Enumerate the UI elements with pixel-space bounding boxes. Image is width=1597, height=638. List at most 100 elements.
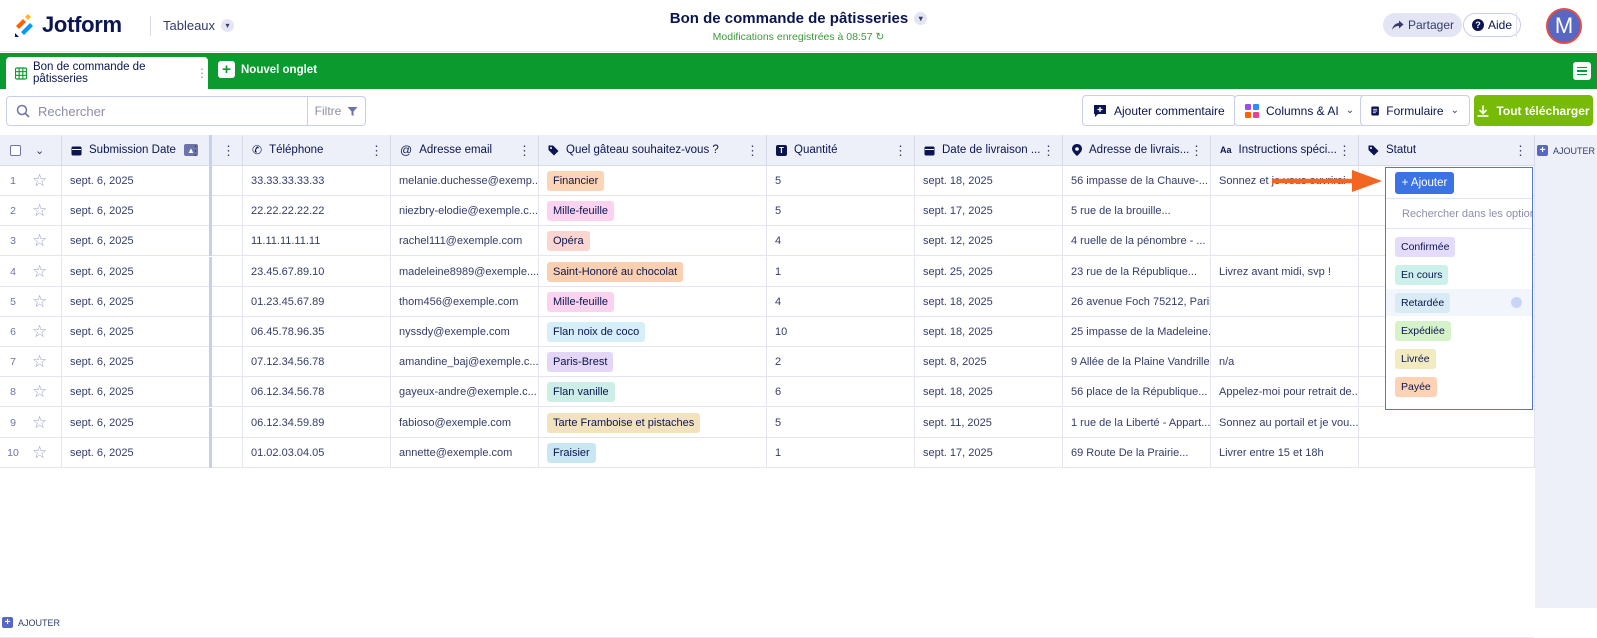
cell-date[interactable]: sept. 6, 2025 bbox=[62, 256, 212, 287]
column-menu-icon[interactable]: ⋮ bbox=[370, 143, 383, 159]
column-menu-icon[interactable]: ⋮ bbox=[1338, 143, 1351, 159]
table-row[interactable]: 5 ☆ sept. 6, 2025 01.23.45.67.89 thom456@exe… bbox=[0, 286, 1535, 317]
new-tab-button[interactable]: + Nouvel onglet bbox=[218, 61, 317, 78]
cell-instr[interactable] bbox=[1211, 286, 1359, 317]
cell-address[interactable]: 69 Route De la Prairie... bbox=[1063, 437, 1211, 468]
cell-empty[interactable] bbox=[212, 286, 243, 317]
cell-qty[interactable]: 10 bbox=[767, 317, 915, 347]
cell-delivery[interactable]: sept. 11, 2025 bbox=[915, 407, 1063, 438]
avatar[interactable]: M bbox=[1546, 8, 1582, 44]
table-row[interactable]: 10 ☆ sept. 6, 2025 01.02.03.04.05 annette@ex… bbox=[0, 437, 1535, 468]
cell-empty[interactable] bbox=[212, 377, 243, 408]
column-header-submission-date[interactable]: Submission Date ▲ ⋮ bbox=[62, 135, 212, 166]
cell-empty[interactable] bbox=[1359, 407, 1535, 438]
star-icon[interactable]: ☆ bbox=[32, 413, 47, 433]
column-header-cake[interactable]: Quel gâteau souhaitez-vous ? ⋮ bbox=[539, 135, 767, 166]
add-option-button[interactable]: + Ajouter bbox=[1395, 172, 1454, 194]
star-icon[interactable]: ☆ bbox=[32, 322, 47, 342]
add-row-button[interactable]: + AJOUTER bbox=[0, 608, 1534, 638]
star-icon[interactable]: ☆ bbox=[32, 201, 47, 221]
cell-date[interactable]: sept. 6, 2025 bbox=[62, 196, 212, 227]
cell-qty[interactable]: 4 bbox=[767, 226, 915, 257]
cell-email[interactable]: gayeux-andre@exemple.c... bbox=[391, 377, 539, 408]
help-button[interactable]: ? Aide bbox=[1463, 13, 1522, 37]
cell-delivery[interactable]: sept. 18, 2025 bbox=[915, 377, 1063, 408]
select-all-checkbox[interactable] bbox=[10, 144, 21, 156]
cell-cake[interactable]: Mille-feuille bbox=[539, 196, 767, 227]
cell-phone[interactable]: 07.12.34.56.78 bbox=[243, 347, 391, 378]
table-row[interactable]: 7 ☆ sept. 6, 2025 07.12.34.56.78 amandine_ba… bbox=[0, 347, 1535, 378]
cell-address[interactable]: 23 rue de la République... bbox=[1063, 256, 1211, 287]
status-option[interactable]: Livrée bbox=[1386, 345, 1532, 372]
cell-email[interactable]: rachel111@exemple.com bbox=[391, 226, 539, 257]
document-title[interactable]: Bon de commande de pâtisseries ▾ bbox=[670, 10, 928, 27]
filter-button[interactable]: Filtre bbox=[308, 96, 366, 126]
column-header-quantity[interactable]: T Quantité ⋮ bbox=[767, 135, 915, 166]
cell-instr[interactable]: n/a bbox=[1211, 347, 1359, 378]
cell-address[interactable]: 9 Allée de la Plaine Vandrille. bbox=[1063, 347, 1211, 378]
tab-bon-de-commande[interactable]: Bon de commande de pâtisseries ⋮ bbox=[6, 57, 208, 89]
cell-empty[interactable] bbox=[212, 196, 243, 227]
cell-cake[interactable]: Fraisier bbox=[539, 437, 767, 468]
cell-email[interactable]: melanie.duchesse@exemp... bbox=[391, 166, 539, 196]
cell-qty[interactable]: 2 bbox=[767, 347, 915, 378]
option-search-input[interactable]: Rechercher dans les options bbox=[1386, 198, 1532, 229]
column-menu-icon[interactable]: ⋮ bbox=[222, 143, 235, 159]
cell-delivery[interactable]: sept. 18, 2025 bbox=[915, 286, 1063, 317]
star-icon[interactable]: ☆ bbox=[32, 231, 47, 251]
table-row[interactable]: 4 ☆ sept. 6, 2025 23.45.67.89.10 madeleine89… bbox=[0, 256, 1535, 287]
column-menu-icon[interactable]: ⋮ bbox=[1190, 143, 1203, 159]
columns-ai-button[interactable]: Columns & AI ⌄ bbox=[1234, 95, 1366, 126]
cell-qty[interactable]: 5 bbox=[767, 407, 915, 438]
star-icon[interactable]: ☆ bbox=[32, 352, 47, 372]
table-row[interactable]: 6 ☆ sept. 6, 2025 06.45.78.96.35 nyssdy@exem… bbox=[0, 317, 1535, 347]
cell-date[interactable]: sept. 6, 2025 bbox=[62, 286, 212, 317]
cell-email[interactable]: fabioso@exemple.com bbox=[391, 407, 539, 438]
cell-cake[interactable]: Flan noix de coco bbox=[539, 317, 767, 347]
column-menu-icon[interactable]: ⋮ bbox=[746, 143, 759, 159]
cell-delivery[interactable]: sept. 12, 2025 bbox=[915, 226, 1063, 257]
star-icon[interactable]: ☆ bbox=[32, 382, 47, 402]
cell-cake[interactable]: Saint-Honoré au chocolat bbox=[539, 256, 767, 287]
column-menu-icon[interactable]: ⋮ bbox=[518, 143, 531, 159]
status-option[interactable]: En cours bbox=[1386, 261, 1532, 288]
cell-phone[interactable]: 22.22.22.22.22 bbox=[243, 196, 391, 227]
cell-address[interactable]: 26 avenue Foch 75212, Paris bbox=[1063, 286, 1211, 317]
download-all-button[interactable]: Tout télécharger bbox=[1474, 95, 1593, 126]
cell-delivery[interactable]: sept. 17, 2025 bbox=[915, 437, 1063, 468]
table-row[interactable]: 8 ☆ sept. 6, 2025 06.12.34.56.78 gayeux-andr… bbox=[0, 377, 1535, 408]
star-icon[interactable]: ☆ bbox=[32, 171, 47, 191]
status-option[interactable]: Confirmée bbox=[1386, 233, 1532, 260]
cell-address[interactable]: 25 impasse de la Madeleine. bbox=[1063, 317, 1211, 347]
cell-instr[interactable] bbox=[1211, 226, 1359, 257]
cell-instr[interactable]: Sonnez au portail et je vou... bbox=[1211, 407, 1359, 438]
cell-email[interactable]: nyssdy@exemple.com bbox=[391, 317, 539, 347]
status-option[interactable]: Retardée bbox=[1386, 289, 1532, 316]
cell-date[interactable]: sept. 6, 2025 bbox=[62, 166, 212, 196]
form-button[interactable]: Formulaire ⌄ bbox=[1360, 95, 1470, 126]
cell-email[interactable]: niezbry-elodie@exemple.c... bbox=[391, 196, 539, 227]
cell-instr[interactable]: Appelez-moi pour retrait de... bbox=[1211, 377, 1359, 408]
star-icon[interactable]: ☆ bbox=[32, 443, 47, 463]
column-header-instructions[interactable]: Aa Instructions spéci... ⋮ bbox=[1211, 135, 1359, 166]
cell-email[interactable]: annette@exemple.com bbox=[391, 437, 539, 468]
cell-empty[interactable] bbox=[1359, 437, 1535, 468]
cell-instr[interactable]: Livrer entre 15 et 18h bbox=[1211, 437, 1359, 468]
cell-address[interactable]: 4 ruelle de la pénombre - ... bbox=[1063, 226, 1211, 257]
cell-phone[interactable]: 01.23.45.67.89 bbox=[243, 286, 391, 317]
cell-instr[interactable]: Livrez avant midi, svp ! bbox=[1211, 256, 1359, 287]
cell-qty[interactable]: 5 bbox=[767, 166, 915, 196]
column-menu-icon[interactable]: ⋮ bbox=[1042, 143, 1055, 159]
status-option[interactable]: Payée bbox=[1386, 373, 1532, 400]
cell-phone[interactable]: 23.45.67.89.10 bbox=[243, 256, 391, 287]
share-button[interactable]: Partager bbox=[1383, 13, 1463, 37]
column-header-delivery-date[interactable]: Date de livraison ... ⋮ bbox=[915, 135, 1063, 166]
column-header-hidden[interactable]: ⋮ bbox=[212, 135, 243, 166]
cell-address[interactable]: 1 rue de la Liberté - Appart... bbox=[1063, 407, 1211, 438]
cell-phone[interactable]: 06.45.78.96.35 bbox=[243, 317, 391, 347]
cell-empty[interactable] bbox=[212, 166, 243, 196]
table-row[interactable]: 3 ☆ sept. 6, 2025 11.11.11.11.11 rachel111@e… bbox=[0, 226, 1535, 257]
add-comment-button[interactable]: Ajouter commentaire bbox=[1082, 95, 1236, 126]
cell-instr[interactable] bbox=[1211, 196, 1359, 227]
table-row[interactable]: 2 ☆ sept. 6, 2025 22.22.22.22.22 niezbry-elo… bbox=[0, 196, 1535, 227]
